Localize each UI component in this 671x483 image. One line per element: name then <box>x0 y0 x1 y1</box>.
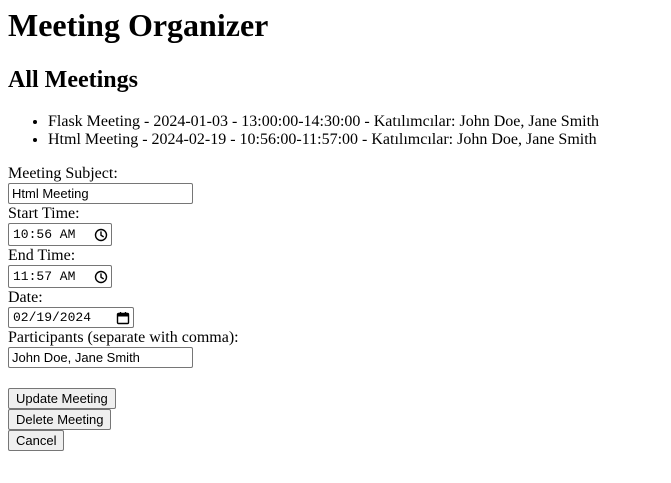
participants-label: Participants (separate with comma): <box>8 329 239 346</box>
page: Meeting Organizer All Meetings Flask Mee… <box>0 7 671 451</box>
start-time-input[interactable]: 10:56 AM <box>8 223 112 246</box>
section-title: All Meetings <box>8 67 138 93</box>
delete-meeting-button[interactable]: Delete Meeting <box>8 409 112 430</box>
end-time-label: End Time: <box>8 247 76 264</box>
date-label: Date: <box>8 289 43 306</box>
participants-input[interactable] <box>8 347 193 368</box>
list-item: Html Meeting - 2024-02-19 - 10:56:00-11:… <box>48 131 663 149</box>
button-group: Update Meeting Delete Meeting Cancel <box>8 388 663 451</box>
date-value: 02/19/2024 <box>13 310 92 325</box>
end-time-input[interactable]: 11:57 AM <box>8 265 112 288</box>
list-item: Flask Meeting - 2024-01-03 - 13:00:00-14… <box>48 113 663 131</box>
meeting-list: Flask Meeting - 2024-01-03 - 13:00:00-14… <box>8 113 663 149</box>
page-title: Meeting Organizer <box>8 7 269 43</box>
date-input[interactable]: 02/19/2024 <box>8 307 134 328</box>
start-time-label: Start Time: <box>8 205 80 222</box>
cancel-button[interactable]: Cancel <box>8 430 65 451</box>
subject-label: Meeting Subject: <box>8 165 118 182</box>
clock-icon[interactable] <box>94 270 108 284</box>
clock-icon[interactable] <box>94 228 108 242</box>
update-meeting-button[interactable]: Update Meeting <box>8 388 116 409</box>
meeting-form: Meeting Subject: Start Time: 10:56 AM En… <box>8 165 663 451</box>
start-time-value: 10:56 AM <box>13 227 76 242</box>
calendar-icon[interactable] <box>116 311 130 325</box>
end-time-value: 11:57 AM <box>13 269 76 284</box>
subject-input[interactable] <box>8 183 193 204</box>
